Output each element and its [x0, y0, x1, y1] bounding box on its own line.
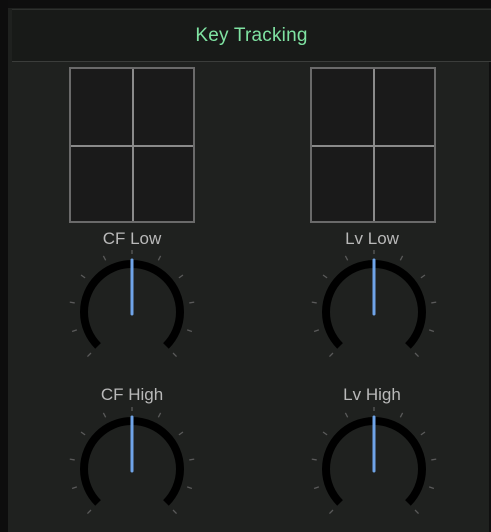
knob-tick-mark: [414, 352, 420, 358]
cf-low-knob[interactable]: [57, 250, 207, 370]
knob-tick-mark: [172, 509, 178, 515]
knob-tick-mark: [311, 458, 317, 461]
knob-tick-mark: [102, 255, 107, 261]
panel-header: Key Tracking: [12, 9, 491, 62]
right-xy-pad[interactable]: [310, 67, 436, 223]
lv-high-knob[interactable]: [299, 407, 449, 527]
knob-tick-mark: [428, 486, 435, 490]
knob-tick-mark: [172, 352, 178, 358]
knob-tick-mark: [428, 329, 435, 333]
knob-tick-mark: [344, 412, 349, 418]
lv-low-label: Lv Low: [345, 229, 399, 248]
knob-tick-mark: [420, 431, 426, 436]
knob-tick-mark: [157, 412, 162, 418]
cf-high-label: CF High: [100, 385, 164, 404]
knob-graphic: [69, 407, 195, 515]
knob-tick-mark: [189, 458, 195, 461]
knob-tick-mark: [431, 301, 437, 304]
knob-tick-mark: [80, 431, 86, 436]
knob-tick-mark: [399, 412, 404, 418]
knob-graphic: [311, 250, 437, 358]
panel-title: Key Tracking: [195, 24, 308, 46]
knob-tick-mark: [69, 458, 75, 461]
knob-tick-mark: [69, 301, 75, 304]
knob-tick-mark: [102, 412, 107, 418]
knob-tick-mark: [431, 458, 437, 461]
lv-low-knob[interactable]: [299, 250, 449, 370]
pad-horizontal-line: [312, 145, 434, 147]
knob-tick-mark: [186, 486, 193, 490]
cf-low-label: CF Low: [102, 229, 162, 248]
knob-tick-mark: [86, 509, 92, 515]
knob-tick-mark: [157, 255, 162, 261]
knob-tick-mark: [399, 255, 404, 261]
knob-tick-mark: [420, 274, 426, 279]
knob-graphic: [311, 407, 437, 515]
knob-tick-mark: [322, 274, 328, 279]
knob-tick-mark: [328, 352, 334, 358]
knob-tick-mark: [313, 486, 320, 490]
knob-tick-mark: [414, 509, 420, 515]
knob-tick-mark: [313, 329, 320, 333]
knob-tick-mark: [189, 301, 195, 304]
lv-high-label: Lv High: [343, 385, 401, 404]
panel-top-strip: [8, 0, 491, 8]
knob-tick-mark: [344, 255, 349, 261]
knob-tick-mark: [322, 431, 328, 436]
cf-high-knob[interactable]: [57, 407, 207, 527]
knob-tick-mark: [178, 274, 184, 279]
knob-tick-mark: [71, 329, 78, 333]
knob-tick-mark: [178, 431, 184, 436]
knob-graphic: [69, 250, 195, 358]
left-xy-pad[interactable]: [69, 67, 195, 223]
pad-horizontal-line: [71, 145, 193, 147]
knob-tick-mark: [80, 274, 86, 279]
knob-tick-mark: [186, 329, 193, 333]
knob-tick-mark: [311, 301, 317, 304]
knob-tick-mark: [71, 486, 78, 490]
knob-tick-mark: [328, 509, 334, 515]
knob-tick-mark: [86, 352, 92, 358]
